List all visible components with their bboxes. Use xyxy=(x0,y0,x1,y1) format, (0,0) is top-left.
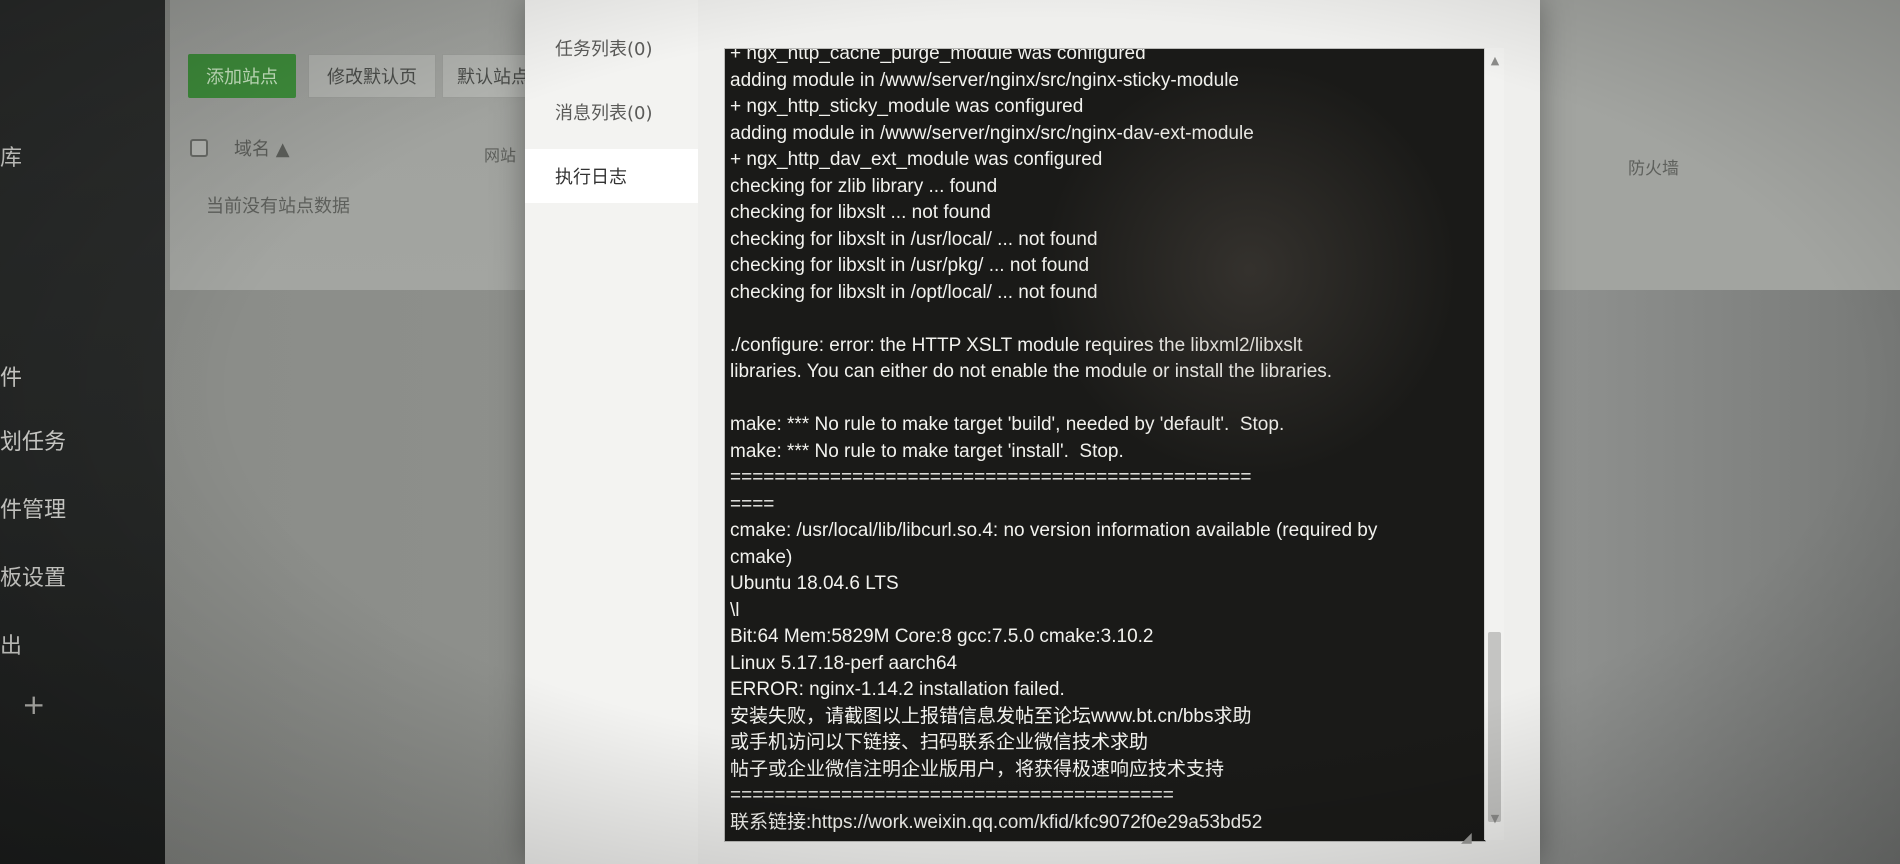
sidebar-item[interactable]: 库 xyxy=(0,140,22,172)
screen: 添加站点 修改默认页 默认站点 域名 ▲ 网站 防火墙 当前没有站点数据 库件划… xyxy=(0,0,1900,864)
background-right-card xyxy=(1540,0,1900,290)
terminal-line: ==== xyxy=(730,493,775,515)
sidebar-item[interactable]: 出 xyxy=(0,628,22,660)
terminal-line: cmake: /usr/local/lib/libcurl.so.4: no v… xyxy=(730,520,1378,541)
empty-sites-message: 当前没有站点数据 xyxy=(206,196,350,217)
terminal-line: make: *** No rule to make target 'instal… xyxy=(730,440,1124,462)
scroll-up-icon[interactable]: ▲ xyxy=(1485,50,1505,70)
terminal-line: 安装失败，请截图以上报错信息发帖至论坛www.bt.cn/bbs求助 xyxy=(730,705,1252,727)
terminal-line: + ngx_http_cache_purge_module was config… xyxy=(730,48,1146,64)
sidebar-item[interactable]: 板设置 xyxy=(0,560,66,592)
column-domain[interactable]: 域名 ▲ xyxy=(234,135,290,161)
terminal-line: Bit:64 Mem:5829M Core:8 gcc:7.5.0 cmake:… xyxy=(730,626,1154,647)
select-all-checkbox[interactable] xyxy=(190,139,208,157)
modify-default-page-button[interactable]: 修改默认页 xyxy=(308,54,436,98)
scroll-down-icon[interactable]: ▼ xyxy=(1485,808,1505,828)
column-firewall: 防火墙 xyxy=(1628,159,1679,179)
terminal-line: Ubuntu 18.04.6 LTS xyxy=(730,573,899,594)
terminal-line: Linux 5.17.18-perf aarch64 xyxy=(730,652,958,674)
terminal-line: adding module in /www/server/nginx/src/n… xyxy=(730,122,1254,144)
terminal-line: checking for zlib library ... found xyxy=(730,175,998,197)
terminal-line: ======================================== xyxy=(730,785,1174,806)
terminal-line: checking for libxslt in /opt/local/ ... … xyxy=(730,281,1098,303)
add-icon[interactable]: + xyxy=(22,688,45,721)
sidebar-item[interactable]: 件管理 xyxy=(0,492,66,524)
execution-log-terminal[interactable]: + ngx_http_cache_purge_module was config… xyxy=(724,48,1486,842)
terminal-line: ERROR: nginx-1.14.2 installation failed. xyxy=(730,679,1065,700)
add-site-button[interactable]: 添加站点 xyxy=(188,54,296,98)
modal-tab-list: 任务列表(0) 消息列表(0) 执行日志 xyxy=(525,0,699,864)
terminal-line: 或手机访问以下链接、扫码联系企业微信技术求助 xyxy=(730,732,1149,753)
terminal-line: adding module in /www/server/nginx/src/n… xyxy=(730,69,1239,91)
terminal-line: checking for libxslt ... not found xyxy=(730,202,991,223)
terminal-line: libraries. You can either do not enable … xyxy=(730,361,1333,382)
sidebar-item[interactable]: 划任务 xyxy=(0,424,66,456)
terminal-line: 联系链接:https://work.weixin.qq.com/kfid/kfc… xyxy=(730,811,1263,833)
terminal-line: \l xyxy=(730,599,740,621)
terminal-line: make: *** No rule to make target 'build'… xyxy=(730,414,1285,435)
terminal-line: + ngx_http_dav_ext_module was configured xyxy=(730,149,1103,170)
terminal-scrollbar[interactable]: ▲ ▼ xyxy=(1484,48,1504,840)
terminal-line: 帖子或企业微信注明企业版用户，将获得极速响应技术支持 xyxy=(730,758,1225,780)
tab-task-list[interactable]: 任务列表(0) xyxy=(525,21,698,75)
column-site: 网站 xyxy=(484,146,517,165)
terminal-line: cmake) xyxy=(730,546,793,568)
terminal-line: ./configure: error: the HTTP XSLT module… xyxy=(730,334,1303,356)
terminal-line: checking for libxslt in /usr/local/ ... … xyxy=(730,228,1098,250)
tab-execution-log[interactable]: 执行日志 xyxy=(525,149,698,203)
tab-message-list[interactable]: 消息列表(0) xyxy=(525,85,698,139)
terminal-output: + ngx_http_cache_purge_module was config… xyxy=(730,48,1455,836)
resize-grip-icon[interactable]: ◢ xyxy=(1461,830,1477,846)
scroll-thumb[interactable] xyxy=(1488,632,1501,822)
sites-table-header: 域名 ▲ xyxy=(190,128,290,168)
default-site-button[interactable]: 默认站点 xyxy=(442,54,534,98)
sidebar-item[interactable]: 件 xyxy=(0,360,22,392)
terminal-line: + ngx_http_sticky_module was configured xyxy=(730,96,1084,117)
sidebar: 库件划任务件管理板设置出 + xyxy=(0,0,165,864)
terminal-line: ========================================… xyxy=(730,467,1252,488)
terminal-line: checking for libxslt in /usr/pkg/ ... no… xyxy=(730,255,1090,276)
